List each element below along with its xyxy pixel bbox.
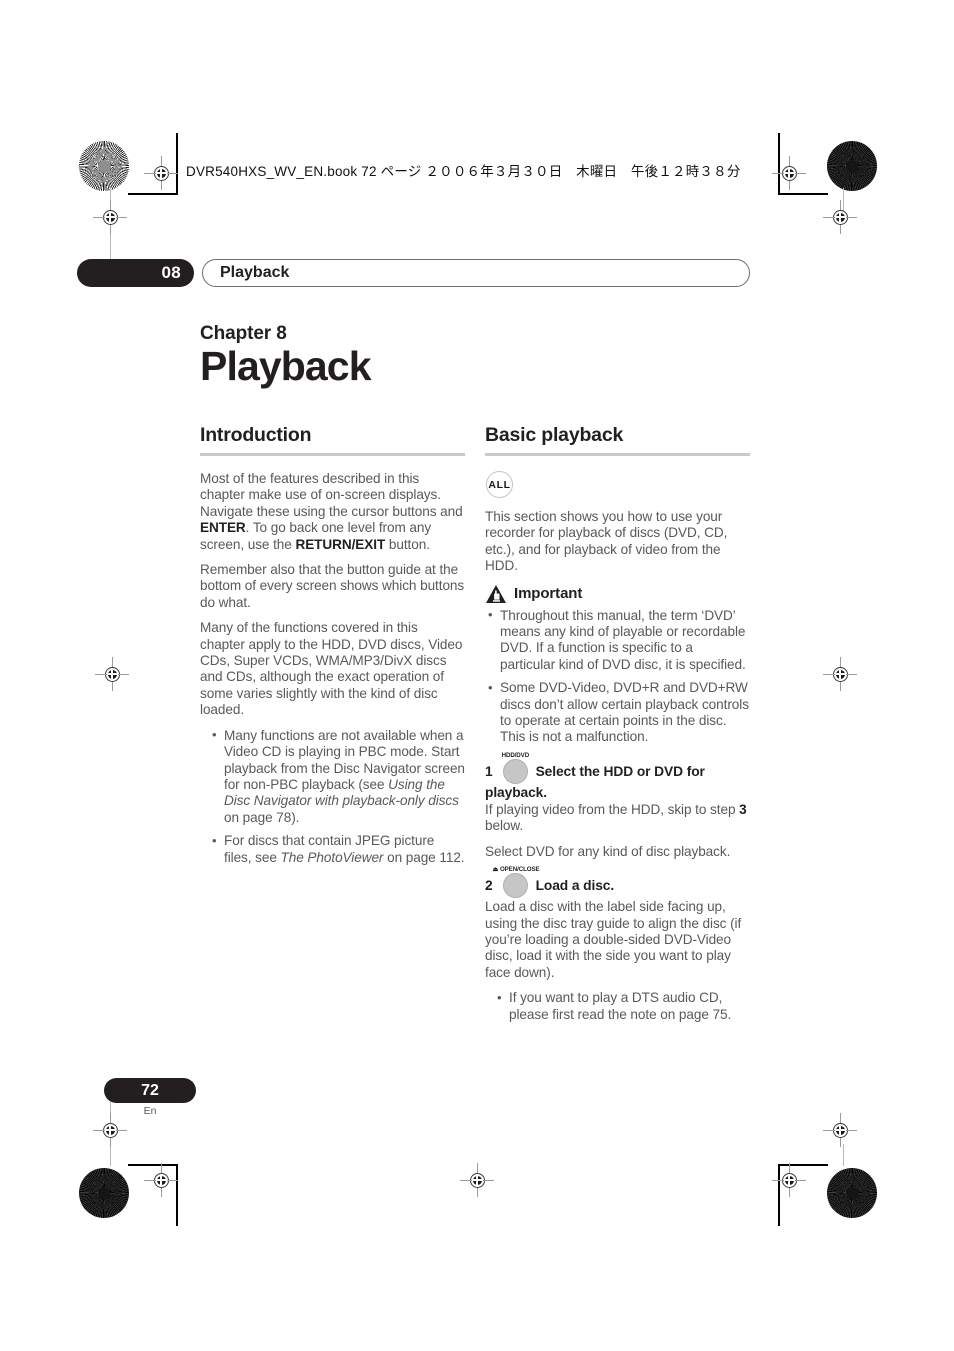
list-item: If you want to play a DTS audio CD, plea… xyxy=(494,990,750,1023)
step-1: 1 HDD/DVD Select the HDD or DVD for playba… xyxy=(485,752,750,860)
list-item: For discs that contain JPEG picture file… xyxy=(209,833,465,866)
registration-mark-left-upper xyxy=(93,200,127,234)
intro-p1-text3: button. xyxy=(385,536,430,552)
open-close-button-icon[interactable]: ⏏ OPEN/CLOSE xyxy=(493,866,540,899)
registration-starburst-top-right xyxy=(827,141,877,191)
step-1-body-text2: below. xyxy=(485,818,524,834)
important-label: Important xyxy=(514,585,583,603)
introduction-heading: Introduction xyxy=(200,424,312,446)
basic-playback-heading: Basic playback xyxy=(485,424,624,446)
warning-triangle-icon xyxy=(485,584,507,604)
bullet-2-text2: on page 112. xyxy=(383,849,465,865)
step-1-body: If playing video from the HDD, skip to s… xyxy=(485,802,750,835)
step-1-body-step-ref: 3 xyxy=(739,801,747,817)
step-1-body-text1: If playing video from the HDD, skip to s… xyxy=(485,801,740,817)
important-bullet-list: Throughout this manual, the term ‘DVD’ m… xyxy=(485,607,750,746)
registration-starburst-bottom-left xyxy=(79,1168,129,1218)
introduction-paragraph-2: Remember also that the button guide at t… xyxy=(200,562,465,610)
page-language-label: En xyxy=(143,1105,157,1117)
introduction-paragraph-3: Many of the functions covered in this ch… xyxy=(200,620,463,718)
book-file-header: DVR540HXS_WV_EN.book 72 ページ ２００６年３月３０日 木… xyxy=(186,164,741,179)
registration-mark-right-middle xyxy=(823,657,857,691)
registration-mark-right-upper xyxy=(823,200,857,234)
page-guide-right-bottom xyxy=(843,1144,844,1166)
introduction-bullet-list: Many functions are not available when a … xyxy=(209,727,465,866)
registration-mark-right-lower xyxy=(823,1113,857,1147)
step-2-bullet-list: If you want to play a DTS audio CD, plea… xyxy=(494,990,750,1023)
page-guide-left-bottom xyxy=(110,1144,111,1166)
chapter-label: Chapter 8 xyxy=(200,323,287,344)
step-2-heading: 2 ⏏ OPEN/CLOSE Load a disc. xyxy=(485,866,750,899)
chapter-bar: 08 Playback xyxy=(77,259,750,287)
basic-playback-intro: This section shows you how to use your r… xyxy=(485,509,728,574)
registration-mark-top-left xyxy=(144,156,178,190)
step-2-body: Load a disc with the label side facing u… xyxy=(485,899,742,980)
registration-mark-bottom-center xyxy=(460,1163,494,1197)
important-heading: Important xyxy=(485,584,750,604)
registration-starburst-bottom-right xyxy=(827,1168,877,1218)
enter-button-label: ENTER xyxy=(200,520,246,536)
step-2-number: 2 xyxy=(485,878,493,894)
page-number-badge: 72 xyxy=(104,1078,196,1103)
title-block: Chapter 8 Playback xyxy=(200,323,760,388)
all-discs-icon: ALL xyxy=(486,471,513,498)
list-item: Many functions are not available when a … xyxy=(209,727,465,826)
step-1-heading: 1 HDD/DVD Select the HDD or DVD for playba… xyxy=(485,752,750,801)
hdd-dvd-button-icon[interactable]: HDD/DVD xyxy=(502,752,529,784)
step-2-title: Load a disc. xyxy=(535,878,615,894)
list-item: Some DVD-Video, DVD+R and DVD+RW discs d… xyxy=(485,680,750,746)
bullet-2-reference: The PhotoViewer xyxy=(280,849,384,865)
bullet-1-text2: on page 78). xyxy=(224,809,300,825)
step-2: 2 ⏏ OPEN/CLOSE Load a disc. Load a disc wi… xyxy=(485,866,750,1023)
basic-playback-rule xyxy=(485,453,750,456)
registration-mark-top-right xyxy=(772,156,806,190)
list-item: Throughout this manual, the term ‘DVD’ m… xyxy=(485,607,750,674)
registration-mark-bottom-left xyxy=(144,1163,178,1197)
registration-mark-bottom-right xyxy=(772,1163,806,1197)
step-1-body-2: Select DVD for any kind of disc playback… xyxy=(485,843,731,859)
right-column: Basic playback ALL This section shows yo… xyxy=(485,424,750,1030)
intro-p1-text1: Most of the features described in this c… xyxy=(200,471,463,519)
chapter-number-badge: 08 xyxy=(77,259,194,287)
registration-mark-left-middle xyxy=(95,657,129,691)
introduction-rule xyxy=(200,453,465,456)
open-close-button-circle xyxy=(502,873,528,899)
page-title: Playback xyxy=(200,343,371,389)
introduction-paragraph-1: Most of the features described in this c… xyxy=(200,471,465,553)
registration-starburst-top-left xyxy=(79,141,129,191)
registration-mark-left-lower xyxy=(93,1113,127,1147)
hdd-dvd-button-circle xyxy=(502,758,528,784)
step-1-number: 1 xyxy=(485,763,493,779)
left-column: Introduction Most of the features descri… xyxy=(200,424,465,873)
chapter-title-pill: Playback xyxy=(202,259,750,287)
return-exit-button-label: RETURN/EXIT xyxy=(295,536,386,552)
